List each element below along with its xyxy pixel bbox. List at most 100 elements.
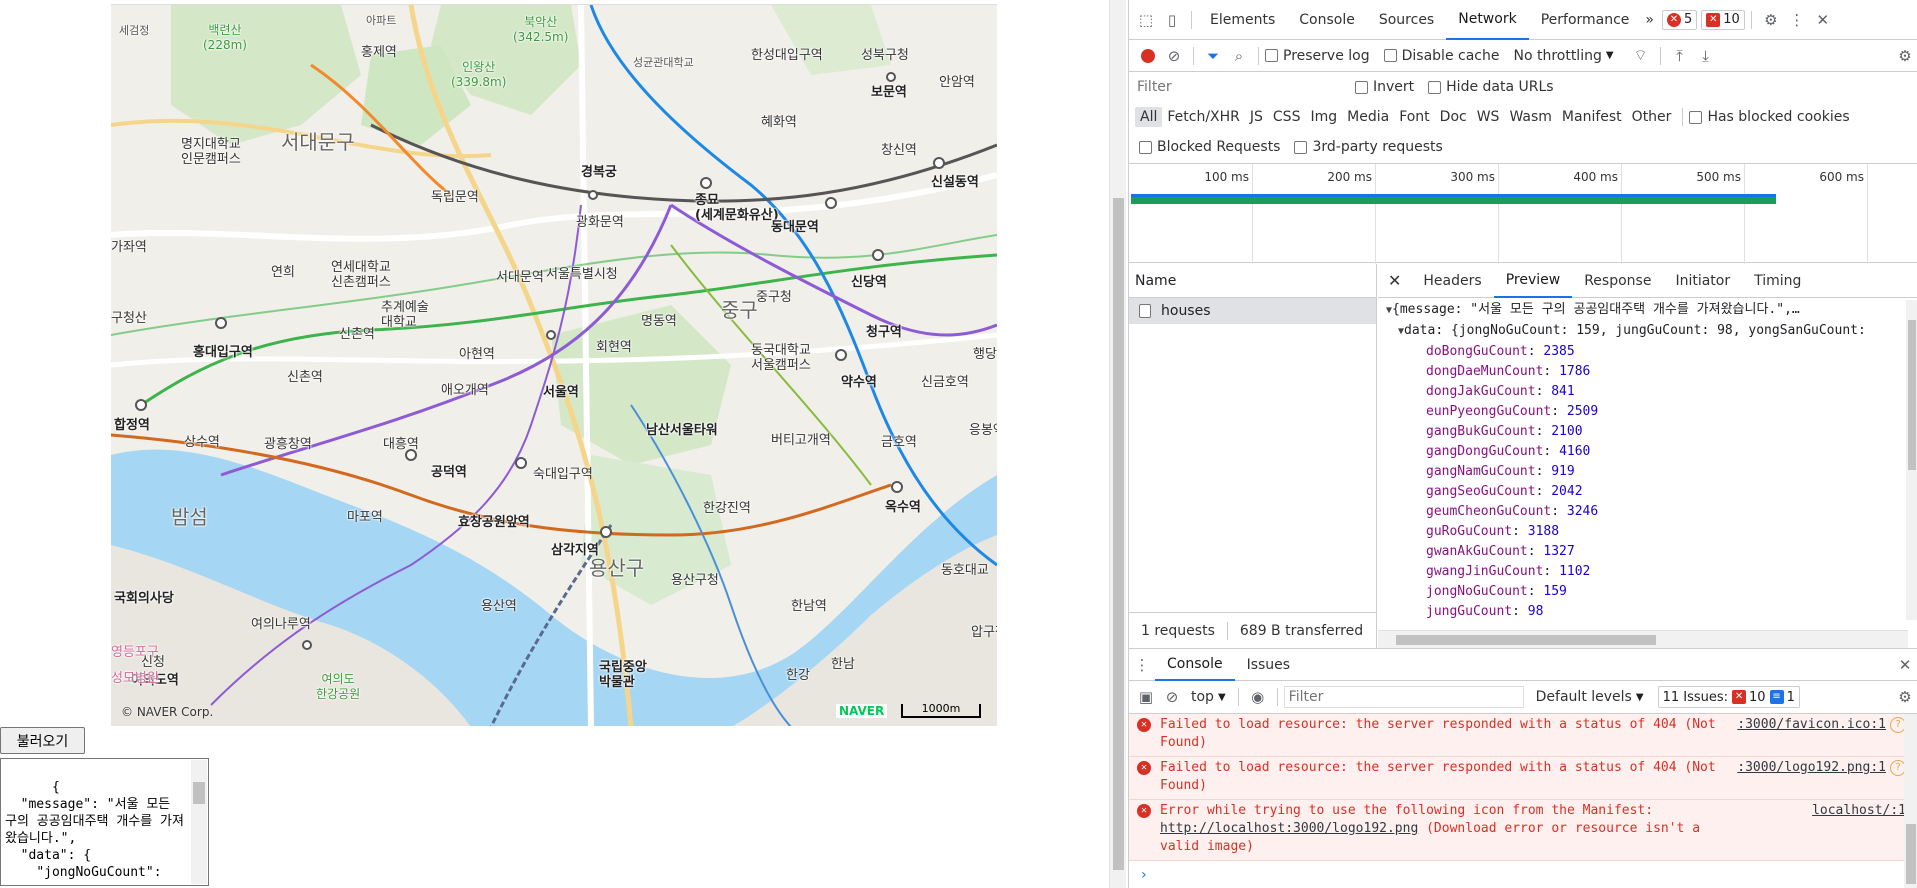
- map-label[interactable]: 회현역: [596, 340, 632, 355]
- map-label[interactable]: 성북구청: [861, 48, 909, 63]
- map-label[interactable]: 한강: [786, 668, 810, 683]
- type-filter-other[interactable]: Other: [1627, 107, 1677, 127]
- console-settings-icon[interactable]: ⚙: [1892, 684, 1917, 710]
- map-label[interactable]: 국립중앙 박물관: [599, 660, 647, 690]
- preview-entry[interactable]: gangNamGuCount: 919: [1386, 462, 1908, 482]
- preview-entry[interactable]: dongDaeMunCount: 1786: [1386, 362, 1908, 382]
- sidebar-toggle-icon[interactable]: ▣: [1133, 684, 1159, 710]
- preview-entry[interactable]: jongNoGuCount: 159: [1386, 582, 1908, 602]
- device-toolbar-icon[interactable]: ▯: [1159, 7, 1185, 33]
- network-settings-icon[interactable]: ⚙: [1892, 43, 1917, 69]
- map-label[interactable]: 성모병원: [111, 671, 159, 686]
- map-label[interactable]: 명동역: [641, 314, 677, 329]
- map-label[interactable]: 서대문구: [281, 132, 355, 152]
- gear-icon[interactable]: ⚙: [1758, 7, 1784, 33]
- type-filter-font[interactable]: Font: [1394, 107, 1434, 127]
- console-filter-input[interactable]: [1283, 686, 1524, 708]
- preview-data-line[interactable]: ▼data: {jongNoGuCount: 159, jungGuCount:…: [1386, 321, 1908, 342]
- preview-entry[interactable]: gwangJinGuCount: 1102: [1386, 562, 1908, 582]
- throttling-select[interactable]: No throttling: [1513, 48, 1601, 64]
- map-label[interactable]: 상수역: [184, 435, 220, 450]
- source-location-link[interactable]: :3000/favicon.ico:1?: [1737, 716, 1906, 734]
- tab-performance[interactable]: Performance: [1529, 0, 1642, 40]
- preserve-log-checkbox[interactable]: [1265, 49, 1278, 62]
- tab-console[interactable]: Console: [1287, 0, 1367, 40]
- network-overview[interactable]: 100 ms 200 ms 300 ms 400 ms 500 ms 600 ms: [1129, 163, 1917, 264]
- detail-tab-preview[interactable]: Preview: [1493, 264, 1573, 298]
- map-label[interactable]: 신촌역: [287, 370, 323, 385]
- preview-entry[interactable]: gangDongGuCount: 4160: [1386, 442, 1908, 462]
- map-label[interactable]: 용산구: [589, 558, 644, 578]
- load-button[interactable]: 불러오기: [0, 727, 85, 754]
- console-link[interactable]: http://localhost:3000/logo192.png: [1160, 821, 1418, 836]
- console-prompt[interactable]: ›: [1129, 861, 1917, 883]
- map-label[interactable]: 마포역: [347, 510, 383, 525]
- tab-sources[interactable]: Sources: [1367, 0, 1446, 40]
- has-blocked-cookies-checkbox[interactable]: [1689, 110, 1703, 124]
- kebab-menu-icon[interactable]: ⋮: [1784, 7, 1810, 33]
- map-label[interactable]: 대흥역: [383, 437, 419, 452]
- type-filter-ws[interactable]: WS: [1472, 107, 1505, 127]
- detail-tab-initiator[interactable]: Initiator: [1663, 264, 1742, 298]
- preview-entry[interactable]: eunPyeongGuCount: 2509: [1386, 402, 1908, 422]
- detail-tab-headers[interactable]: Headers: [1411, 264, 1493, 298]
- map-label[interactable]: 아현역: [459, 347, 495, 362]
- preview-root-line[interactable]: ▼{message: "서울 모든 구의 공공임대주택 개수를 가져왔습니다."…: [1386, 300, 1908, 321]
- source-location-link[interactable]: :3000/logo192.png:1?: [1737, 759, 1906, 777]
- map-label[interactable]: 연세대학교 신촌캠퍼스: [331, 260, 391, 290]
- log-levels-select[interactable]: Default levels: [1536, 689, 1632, 705]
- map-label[interactable]: 버티고개역: [771, 433, 831, 448]
- map-label[interactable]: 광화문역: [576, 215, 624, 230]
- map-label[interactable]: 창신역: [881, 143, 917, 158]
- map-label[interactable]: 백련산 (228m): [203, 23, 247, 53]
- disable-cache-checkbox[interactable]: [1383, 49, 1397, 62]
- type-filter-img[interactable]: Img: [1305, 107, 1342, 127]
- context-select[interactable]: top: [1191, 689, 1214, 705]
- tab-elements[interactable]: Elements: [1198, 0, 1287, 40]
- preview-hscrollbar[interactable]: [1378, 630, 1908, 648]
- map-label[interactable]: 용산역: [481, 599, 517, 614]
- map-label[interactable]: 신설동역: [931, 175, 979, 190]
- preview-panel[interactable]: ▼{message: "서울 모든 구의 공공임대주택 개수를 가져왔습니다."…: [1378, 300, 1908, 620]
- drawer-tab-issues[interactable]: Issues: [1235, 649, 1303, 681]
- map-label[interactable]: 효창공원앞역: [458, 515, 530, 530]
- map-label[interactable]: 밤섬: [171, 507, 208, 527]
- page-scrollbar[interactable]: [1109, 0, 1126, 888]
- hide-data-urls-checkbox[interactable]: [1428, 80, 1442, 94]
- console-error-message[interactable]: ✕ Failed to load resource: the server res…: [1129, 714, 1917, 757]
- map-label[interactable]: 독립문역: [431, 190, 479, 205]
- map-label[interactable]: 응봉역: [969, 423, 997, 438]
- result-scrollbar[interactable]: [191, 760, 207, 884]
- type-filter-media[interactable]: Media: [1342, 107, 1394, 127]
- map-label[interactable]: 명지대학교 인문캠퍼스: [181, 137, 241, 167]
- source-location-link[interactable]: localhost/:1: [1812, 802, 1906, 820]
- map-label[interactable]: 광흥창역: [264, 437, 312, 452]
- filter-input[interactable]: [1133, 76, 1343, 98]
- preview-entry[interactable]: geumCheonGuCount: 3246: [1386, 502, 1908, 522]
- map-label[interactable]: 성균관대학교: [633, 55, 694, 70]
- map-label[interactable]: 신금호역: [921, 375, 969, 390]
- map-label[interactable]: 서대문역: [496, 270, 544, 285]
- map-label[interactable]: 행당역: [973, 347, 997, 362]
- blocked-requests-checkbox[interactable]: [1139, 140, 1152, 154]
- map-label[interactable]: 애오개역: [441, 383, 489, 398]
- console-scrollbar[interactable]: [1904, 714, 1917, 888]
- map-label[interactable]: 서울특별시청: [546, 267, 618, 282]
- preview-entry[interactable]: gangBukGuCount: 2100: [1386, 422, 1908, 442]
- type-filter-js[interactable]: JS: [1245, 107, 1268, 127]
- close-detail-icon[interactable]: ✕: [1378, 264, 1411, 297]
- more-tabs-button[interactable]: »: [1641, 0, 1658, 39]
- map-label[interactable]: 홍대입구역: [193, 345, 253, 360]
- type-filter-all[interactable]: All: [1135, 107, 1163, 127]
- map-label[interactable]: 동국대학교 서울캠퍼스: [751, 343, 811, 373]
- drawer-menu-icon[interactable]: ⋮: [1129, 652, 1155, 678]
- map-label[interactable]: 옥수역: [885, 500, 921, 515]
- map-label[interactable]: 한강진역: [703, 501, 751, 516]
- map-label[interactable]: 홍제역: [361, 45, 397, 60]
- clear-console-icon[interactable]: ⊘: [1159, 684, 1185, 710]
- map-label[interactable]: 가좌역: [111, 240, 147, 255]
- preview-entry[interactable]: doBongGuCount: 2385: [1386, 342, 1908, 362]
- map-label[interactable]: 압구정역: [971, 625, 997, 640]
- naver-map[interactable]: 세검정 백련산 (228m) 아파트 북악산 (342.5m) 홍제역 인왕산 (339.…: [111, 4, 997, 726]
- request-row[interactable]: houses: [1129, 298, 1376, 324]
